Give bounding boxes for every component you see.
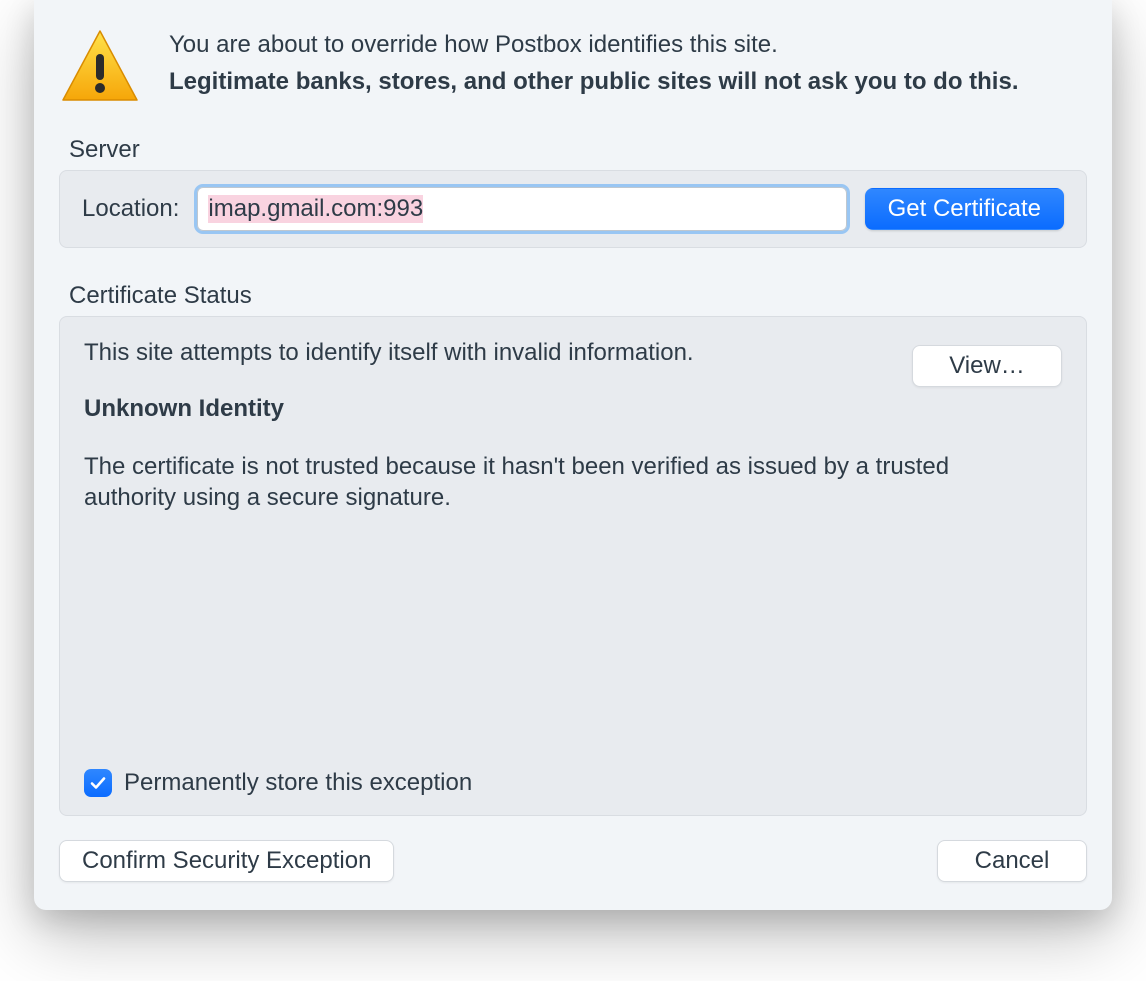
- cancel-button[interactable]: Cancel: [937, 840, 1087, 882]
- status-section-title: Certificate Status: [59, 282, 1087, 310]
- permanent-store-row: Permanently store this exception: [84, 769, 472, 797]
- check-icon: [89, 774, 107, 792]
- server-section-title: Server: [59, 136, 1087, 164]
- view-certificate-button[interactable]: View…: [912, 345, 1062, 387]
- permanent-store-checkbox[interactable]: [84, 769, 112, 797]
- status-heading: Unknown Identity: [84, 395, 1062, 423]
- warning-icon: [59, 28, 141, 106]
- header-line2: Legitimate banks, stores, and other publ…: [169, 63, 1018, 100]
- security-exception-dialog: You are about to override how Postbox id…: [34, 0, 1112, 910]
- header-text: You are about to override how Postbox id…: [169, 26, 1018, 100]
- status-group: This site attempts to identify itself wi…: [59, 316, 1087, 816]
- dialog-header: You are about to override how Postbox id…: [59, 26, 1087, 106]
- header-line1: You are about to override how Postbox id…: [169, 26, 1018, 63]
- permanent-store-label: Permanently store this exception: [124, 769, 472, 797]
- server-group: Location: imap.gmail.com:993 Get Certifi…: [59, 170, 1087, 248]
- status-description: The certificate is not trusted because i…: [84, 451, 1044, 513]
- dialog-footer: Confirm Security Exception Cancel: [59, 840, 1087, 882]
- get-certificate-button[interactable]: Get Certificate: [865, 188, 1064, 230]
- location-input[interactable]: imap.gmail.com:993: [197, 187, 846, 231]
- location-label: Location:: [82, 195, 179, 223]
- confirm-security-exception-button[interactable]: Confirm Security Exception: [59, 840, 394, 882]
